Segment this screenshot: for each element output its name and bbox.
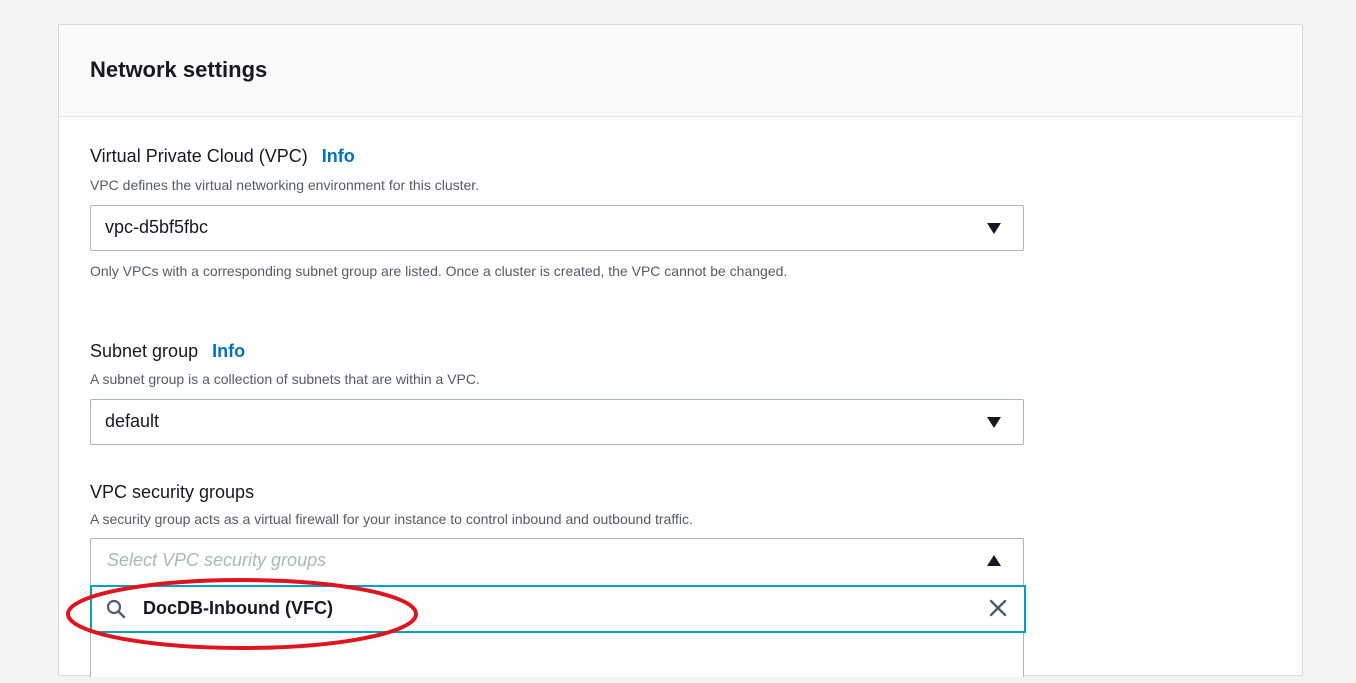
- vpc-info-link[interactable]: Info: [322, 146, 355, 166]
- section-title: Network settings: [90, 57, 268, 82]
- highlight-ellipse: [66, 578, 418, 650]
- subnet-group-info-link[interactable]: Info: [212, 341, 245, 361]
- vpc-label: Virtual Private Cloud (VPC): [90, 146, 308, 166]
- caret-up-icon: [987, 555, 1001, 566]
- close-icon[interactable]: [988, 598, 1008, 618]
- subnet-group-select[interactable]: default: [90, 399, 1024, 445]
- caret-down-icon: [987, 417, 1001, 428]
- subnet-group-label: Subnet group: [90, 341, 199, 361]
- subnet-group-description: A subnet group is a collection of subnet…: [90, 371, 480, 387]
- vpc-constraint-text: Only VPCs with a corresponding subnet gr…: [90, 263, 788, 279]
- security-groups-label: VPC security groups: [90, 482, 255, 502]
- caret-down-icon: [987, 223, 1001, 234]
- subnet-group-label-row: Subnet group Info: [90, 341, 245, 362]
- security-groups-description: A security group acts as a virtual firew…: [90, 511, 693, 527]
- vpc-label-row: Virtual Private Cloud (VPC) Info: [90, 146, 355, 167]
- security-groups-placeholder: Select VPC security groups: [107, 550, 327, 570]
- vpc-select-value: vpc-d5bf5fbc: [105, 217, 209, 237]
- subnet-group-select-value: default: [105, 411, 160, 431]
- vpc-select[interactable]: vpc-d5bf5fbc: [90, 205, 1024, 251]
- panel-header: Network settings: [59, 25, 1302, 117]
- vpc-description: VPC defines the virtual networking envir…: [90, 177, 480, 193]
